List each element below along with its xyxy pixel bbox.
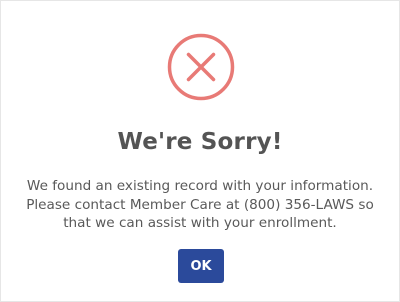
dialog-message: We found an existing record with your in… (15, 177, 385, 233)
message-line: that we can assist with your enrollment. (63, 215, 337, 231)
ok-button[interactable]: OK (178, 249, 224, 283)
message-line: We found an existing record with your in… (26, 178, 374, 194)
message-line: Please contact Member Care at (800) 356-… (26, 196, 374, 213)
error-dialog: We're Sorry! We found an existing record… (0, 0, 400, 302)
dialog-title: We're Sorry! (117, 129, 283, 155)
error-x-circle-icon (167, 33, 235, 101)
